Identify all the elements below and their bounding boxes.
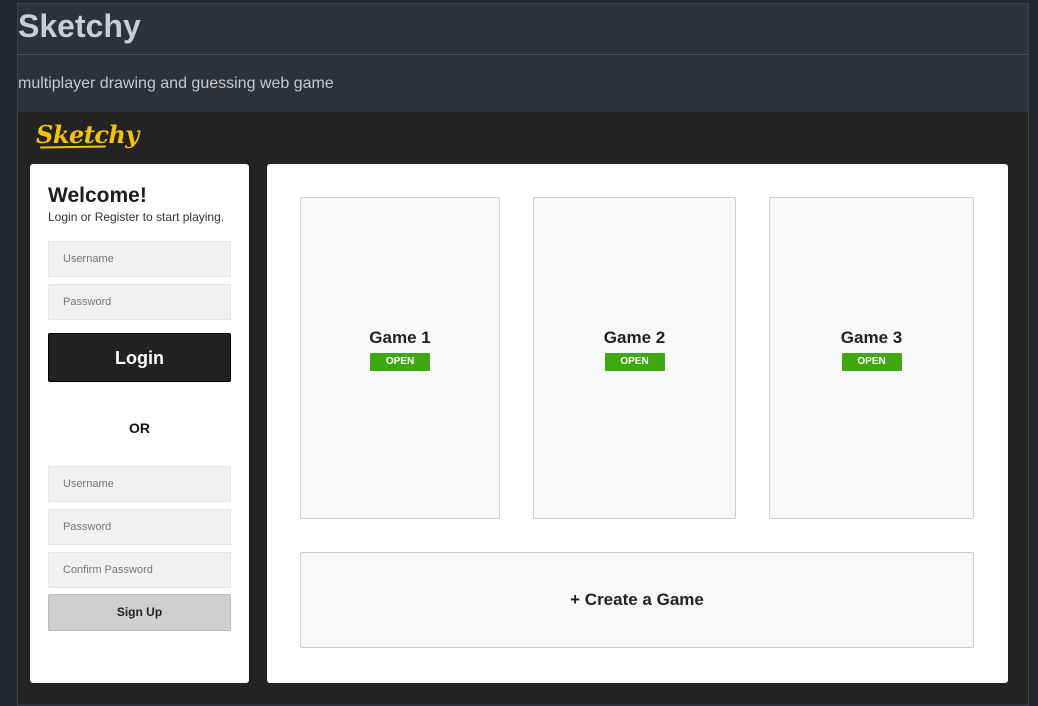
login-password-input[interactable]: Password — [48, 284, 231, 320]
game-title: Game 1 — [369, 328, 431, 347]
game-card-3[interactable]: Game 3 OPEN — [769, 197, 974, 519]
create-game-button[interactable]: + Create a Game — [300, 552, 974, 648]
welcome-subheading: Login or Register to start playing. — [48, 210, 225, 224]
register-confirm-password-input[interactable]: Confirm Password — [48, 552, 231, 588]
welcome-heading: Welcome! — [48, 184, 147, 207]
open-badge[interactable]: OPEN — [370, 353, 430, 371]
register-username-input[interactable]: Username — [48, 466, 231, 502]
game-card-1[interactable]: Game 1 OPEN — [300, 197, 500, 519]
app-logo: Sketchy — [36, 120, 139, 149]
readme-frame: Sketchy multiplayer drawing and guessing… — [17, 3, 1029, 706]
login-panel: Welcome! Login or Register to start play… — [30, 164, 249, 683]
games-panel: Game 1 OPEN Game 2 OPEN Game 3 OPEN + Cr… — [267, 164, 1008, 683]
open-badge[interactable]: OPEN — [841, 353, 902, 371]
readme-description: multiplayer drawing and guessing web gam… — [18, 75, 334, 92]
login-button[interactable]: Login — [48, 333, 231, 382]
divider — [18, 54, 1028, 55]
or-divider: OR — [129, 420, 150, 436]
signup-button[interactable]: Sign Up — [48, 594, 231, 631]
game-title: Game 3 — [840, 328, 903, 347]
game-card-2[interactable]: Game 2 OPEN — [533, 197, 736, 519]
open-badge[interactable]: OPEN — [604, 353, 665, 371]
game-title: Game 2 — [603, 328, 666, 347]
app-screenshot: Sketchy Welcome! Login or Register to st… — [18, 112, 1028, 704]
register-password-input[interactable]: Password — [48, 509, 231, 545]
login-username-input[interactable]: Username — [48, 241, 231, 277]
readme-title: Sketchy — [18, 8, 141, 44]
